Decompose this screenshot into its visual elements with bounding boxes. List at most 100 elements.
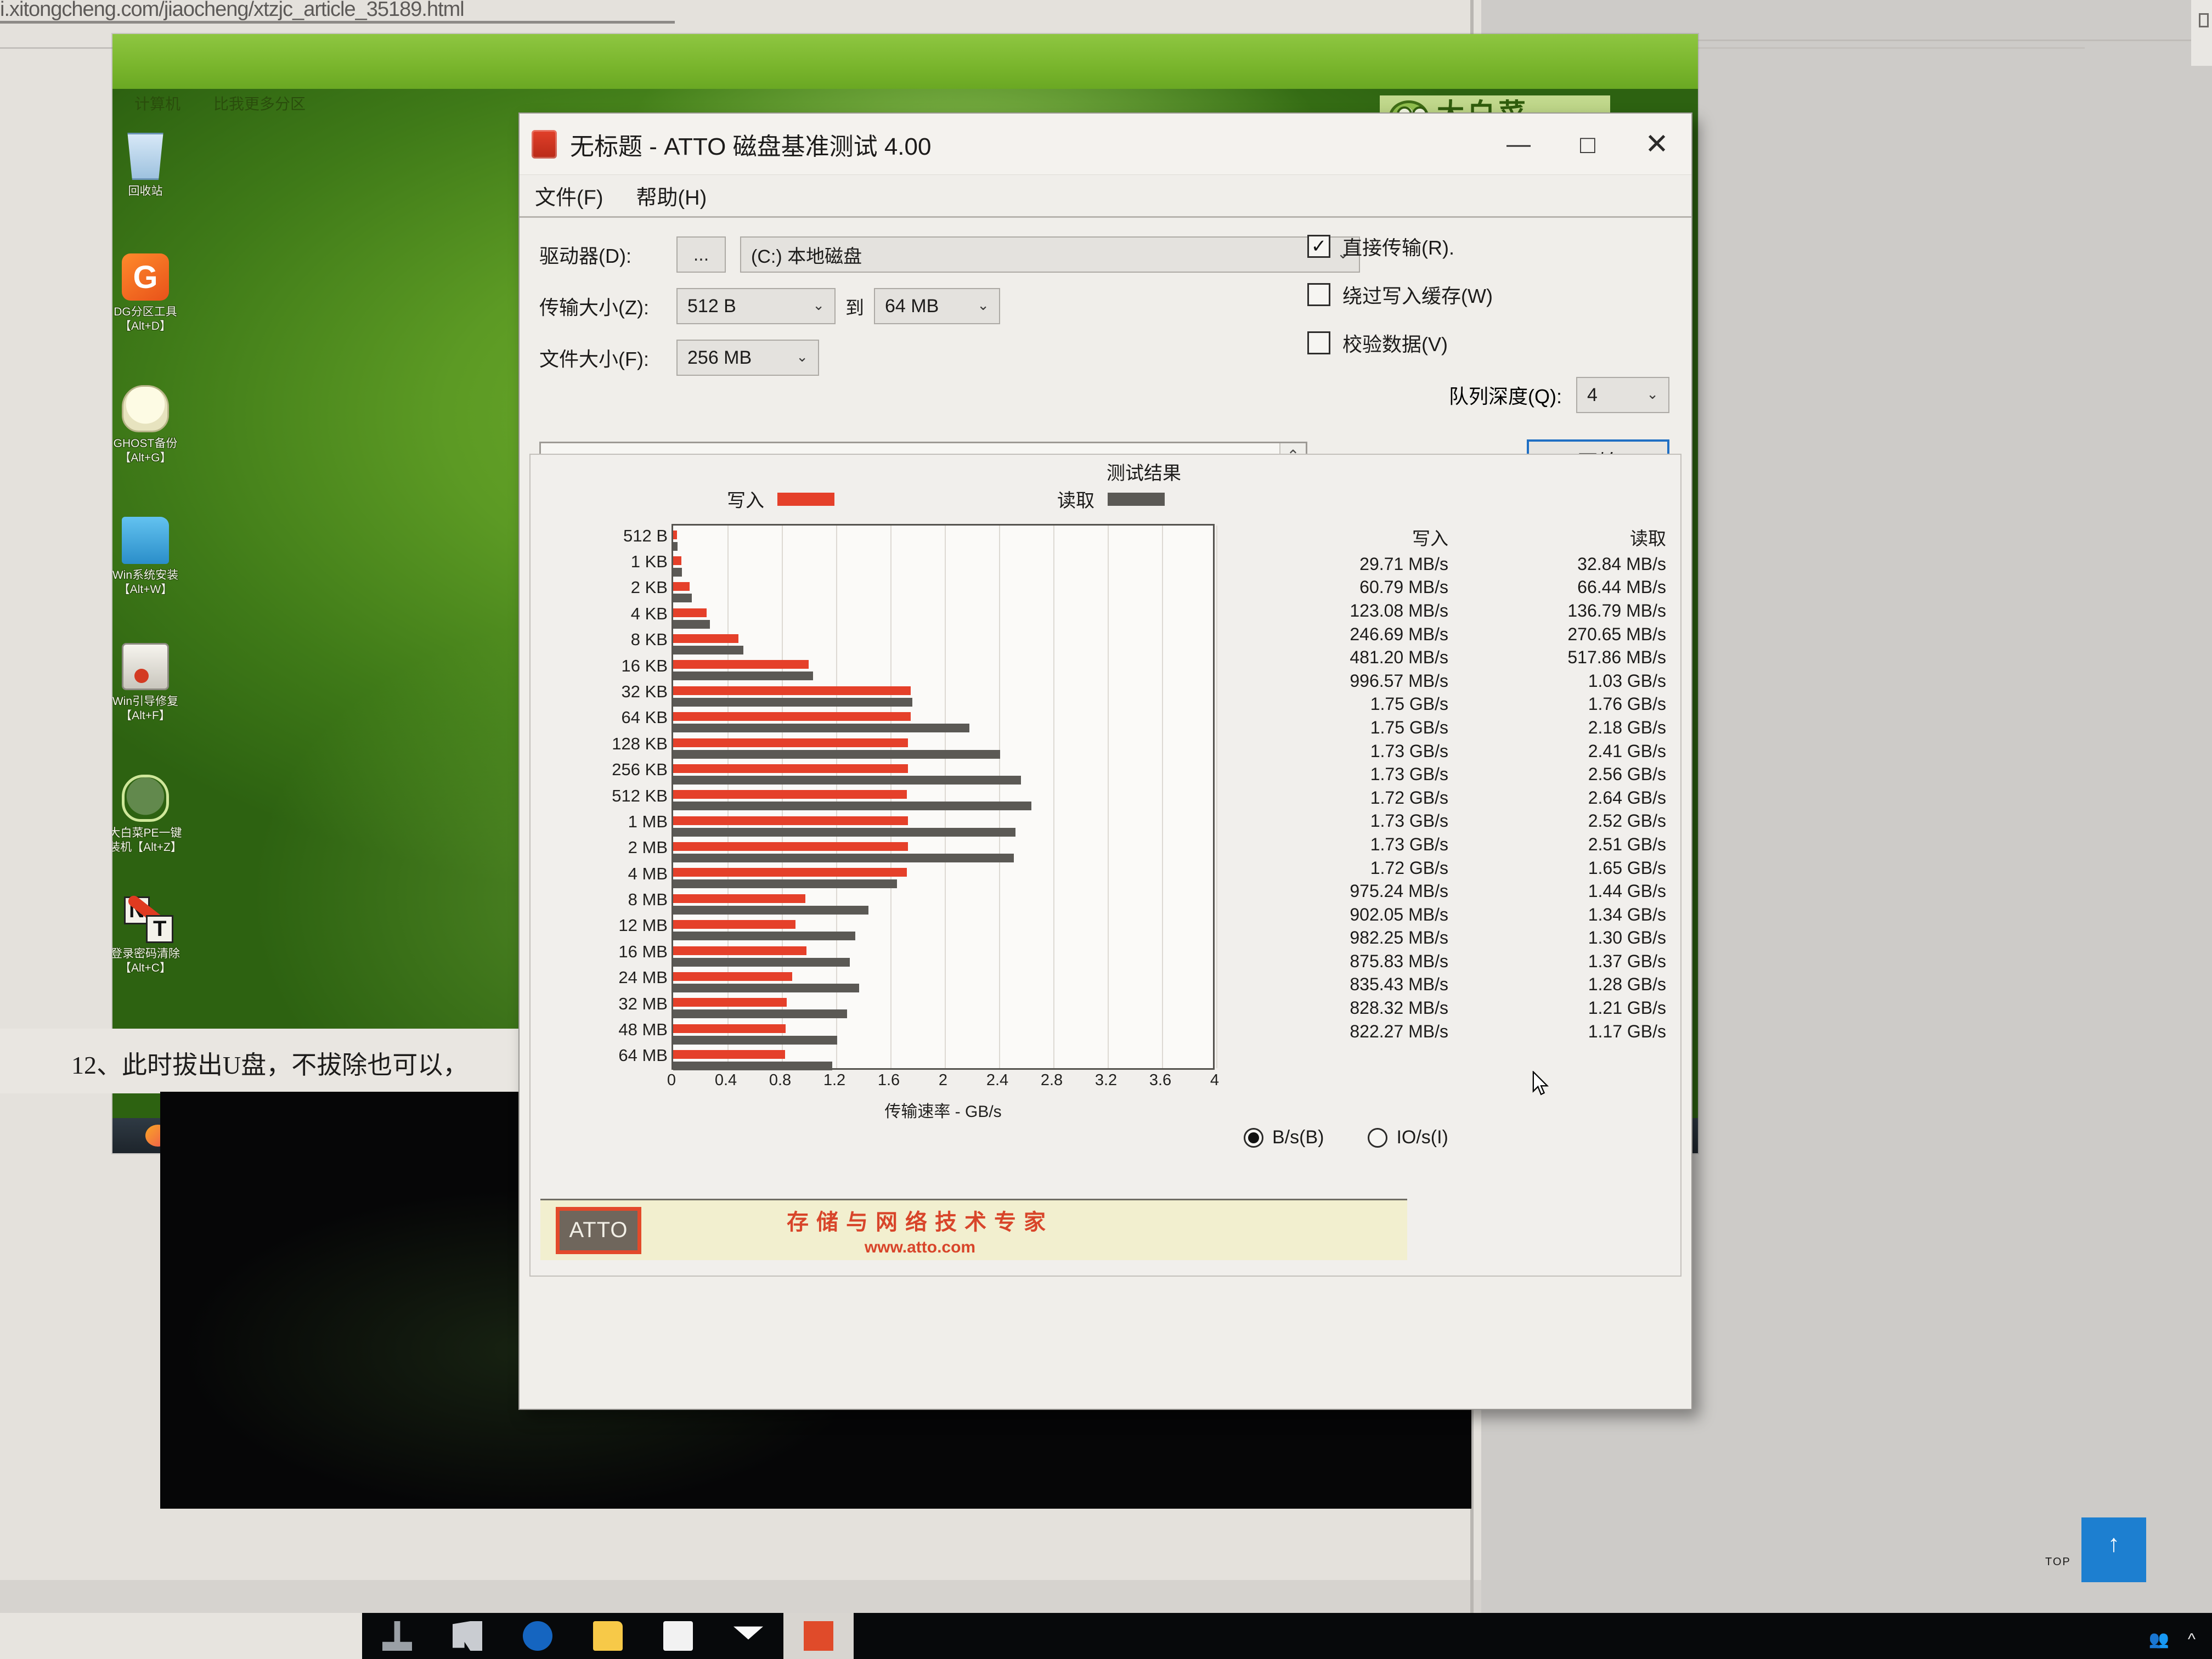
bar-group — [673, 1050, 1215, 1071]
tray-chevron-icon[interactable]: ^ — [2188, 1630, 2196, 1649]
y-tick-label: 4 MB — [628, 864, 668, 883]
task-view-icon[interactable] — [453, 1621, 482, 1651]
chart-legend: 写入 读取 — [531, 486, 1680, 512]
read-value: 32.84 MB/s — [1577, 554, 1666, 574]
transfer-size-to-value: 64 MB — [885, 295, 939, 317]
menu-item-file[interactable]: 文件(F) — [535, 180, 603, 211]
transfer-size-from-select[interactable]: 512 B ⌄ — [676, 288, 836, 324]
window-titlebar[interactable]: 无标题 - ATTO 磁盘基准测试 4.00 — □ ✕ — [520, 114, 1691, 175]
read-value: 1.37 GB/s — [1588, 951, 1666, 971]
edge-icon[interactable] — [523, 1621, 552, 1651]
desktop-icon-win-install[interactable]: Win系统安装 【Alt+W】 — [112, 517, 211, 597]
chart-x-axis-title: 传输速率 - GB/s — [884, 1103, 1002, 1121]
read-value: 136.79 MB/s — [1567, 600, 1666, 620]
desktop-icon-ghost-restore[interactable]: GHOST备份 【Alt+G】 — [112, 385, 211, 466]
y-tick-label: 512 KB — [612, 786, 668, 805]
bar-group — [673, 764, 1215, 785]
x-tick-label: 1.6 — [877, 1071, 900, 1089]
table-row: 828.32 MB/s 1.21 GB/s — [1238, 996, 1666, 1020]
legend-write: 写入 — [727, 486, 834, 512]
radio-iops-dot[interactable] — [1368, 1127, 1388, 1148]
minimize-button[interactable]: — — [1484, 114, 1553, 175]
write-bar — [673, 1024, 786, 1033]
bar-group — [673, 868, 1215, 889]
taskbar-store-button[interactable] — [643, 1613, 713, 1659]
taskbar-edge-button[interactable] — [503, 1613, 573, 1659]
write-bar — [673, 738, 909, 747]
verify-data-checkbox[interactable] — [1307, 331, 1330, 354]
atto-taskbar-icon[interactable] — [804, 1621, 833, 1651]
options-checkbox-group: ✓ 直接传输(R). 绕过写入缓存(W) 校验数据(V) 队列深度(Q): 4 … — [1307, 232, 1669, 413]
write-bar — [673, 764, 909, 773]
desktop-menu-strip[interactable]: 计算机 比我更多分区 — [134, 92, 306, 114]
bar-group — [673, 946, 1215, 967]
desktop-icon-dg-partition-tool[interactable]: G DG分区工具 【Alt+D】 — [112, 253, 211, 334]
drive-select[interactable]: (C:) 本地磁盘 ⌄ — [740, 236, 1360, 273]
unit-bps-label: B/s(B) — [1272, 1127, 1324, 1148]
write-value: 828.32 MB/s — [1350, 998, 1448, 1018]
read-value: 1.03 GB/s — [1588, 670, 1666, 691]
transfer-size-to-select[interactable]: 64 MB ⌄ — [874, 288, 1000, 324]
system-tray[interactable]: 👥 ^ — [2149, 1630, 2196, 1649]
y-tick-label: 256 KB — [612, 760, 668, 780]
bar-group — [673, 556, 1215, 577]
desktop-icon-pe-one-key[interactable]: 大白菜PE一键 装机【Alt+Z】 — [112, 775, 211, 855]
y-tick-label: 16 KB — [621, 656, 668, 675]
verify-data-row[interactable]: 校验数据(V) — [1307, 329, 1669, 357]
bar-group — [673, 738, 1215, 759]
write-value: 982.25 MB/s — [1350, 928, 1448, 948]
read-bar — [673, 957, 850, 967]
menu-item-help[interactable]: 帮助(H) — [636, 180, 707, 211]
y-tick-label: 24 MB — [618, 968, 668, 988]
unit-radio-bps[interactable]: B/s(B) — [1244, 1127, 1324, 1148]
queue-depth-select[interactable]: 4 ⌄ — [1576, 377, 1669, 413]
table-row: 481.20 MB/s 517.86 MB/s — [1238, 646, 1666, 669]
write-value: 902.05 MB/s — [1350, 904, 1448, 924]
radio-bps-dot[interactable] — [1244, 1127, 1263, 1148]
taskbar-mail-button[interactable] — [713, 1613, 783, 1659]
table-row: 1.73 GB/s 2.56 GB/s — [1238, 763, 1666, 786]
desktop-icon-boot-repair[interactable]: Win引导修复 【Alt+F】 — [112, 643, 211, 724]
unit-radio-group[interactable]: B/s(B) IO/s(I) — [1244, 1127, 1448, 1148]
back-to-top-button[interactable]: ↑ TOP — [2045, 1517, 2146, 1582]
window-controls[interactable]: — □ ✕ — [1484, 114, 1691, 175]
file-size-select[interactable]: 256 MB ⌄ — [676, 340, 819, 376]
write-value: 1.75 GB/s — [1370, 694, 1448, 714]
table-row: 1.73 GB/s 2.41 GB/s — [1238, 740, 1666, 763]
desktop-icon-password-remove[interactable]: N T 登录密码清除 【Alt+C】 — [112, 893, 211, 976]
direct-io-checkbox[interactable]: ✓ — [1307, 235, 1330, 258]
read-value: 2.64 GB/s — [1588, 787, 1666, 808]
read-value: 517.86 MB/s — [1567, 647, 1666, 668]
microsoft-store-icon[interactable] — [663, 1621, 693, 1651]
x-tick-label: 0 — [667, 1071, 676, 1089]
taskbar-atto-button[interactable] — [783, 1613, 854, 1659]
read-bar — [673, 646, 744, 655]
tray-people-icon[interactable]: 👥 — [2149, 1630, 2169, 1649]
desktop-icon-label: GHOST备份 【Alt+G】 — [113, 437, 178, 465]
chart-right-axis — [1213, 526, 1215, 1068]
bypass-cache-row[interactable]: 绕过写入缓存(W) — [1307, 280, 1669, 309]
dg-partition-icon: G — [122, 253, 169, 301]
maximize-button[interactable]: □ — [1553, 114, 1622, 175]
mail-icon[interactable] — [733, 1626, 763, 1640]
windows-start-icon[interactable] — [382, 1621, 412, 1651]
taskbar-explorer-button[interactable] — [573, 1613, 643, 1659]
read-bar — [673, 619, 710, 629]
window-title: 无标题 - ATTO 磁盘基准测试 4.00 — [570, 133, 932, 160]
menu-bar[interactable]: 文件(F) 帮助(H) — [520, 175, 1691, 218]
desktop-menu-item-0[interactable]: 计算机 — [134, 92, 180, 114]
taskbar-start-button[interactable] — [362, 1613, 432, 1659]
unit-radio-iops[interactable]: IO/s(I) — [1368, 1127, 1448, 1148]
recycle-bin-icon — [127, 133, 163, 180]
desktop-menu-item-1[interactable]: 比我更多分区 — [213, 92, 306, 114]
atto-disk-benchmark-window[interactable]: 无标题 - ATTO 磁盘基准测试 4.00 — □ ✕ 文件(F) 帮助(H)… — [518, 112, 1692, 1410]
direct-io-row[interactable]: ✓ 直接传输(R). — [1307, 232, 1669, 261]
bypass-cache-checkbox[interactable] — [1307, 283, 1330, 306]
os-taskbar[interactable]: 👥 ^ — [0, 1613, 2212, 1659]
taskbar-task-view-button[interactable] — [432, 1613, 503, 1659]
file-explorer-icon[interactable] — [593, 1621, 623, 1651]
write-value: 123.08 MB/s — [1350, 600, 1448, 620]
desktop-icon-recycle-bin[interactable]: 回收站 — [112, 133, 211, 199]
browse-button[interactable]: ... — [676, 236, 726, 273]
close-button[interactable]: ✕ — [1622, 114, 1691, 175]
